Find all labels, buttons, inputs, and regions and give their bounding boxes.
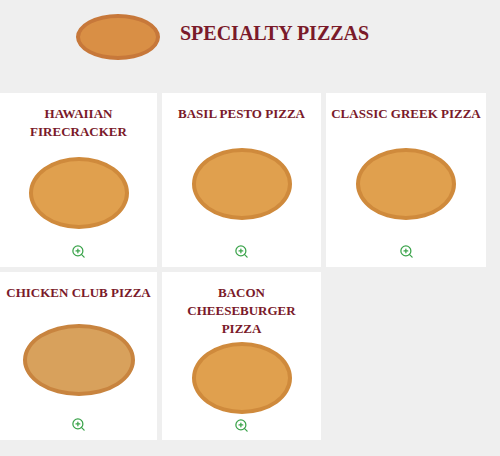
zoom-icon[interactable] [234,244,249,259]
zoom-icon[interactable] [71,244,86,259]
zoom-icon[interactable] [71,417,86,432]
pizza-card[interactable]: CLASSIC GREEK PIZZA [326,93,486,267]
pizza-photo [192,148,292,220]
pizza-card[interactable]: BASIL PESTO PIZZA [162,93,321,267]
pizza-photo [29,157,129,229]
header-pizza-photo [76,14,160,60]
pizza-card[interactable]: CHICKEN CLUB PIZZA [0,272,157,440]
pizza-photo [23,324,135,396]
pizza-name[interactable]: CHICKEN CLUB PIZZA [6,284,150,302]
pizza-photo [356,148,456,220]
zoom-button[interactable] [71,244,86,259]
pizza-grid: HAWAIIAN FIRECRACKER BASIL PESTO PIZZA CLA… [0,93,500,440]
pizza-photo [192,342,292,414]
zoom-icon[interactable] [234,418,249,433]
pizza-name[interactable]: BASIL PESTO PIZZA [178,105,305,123]
page: SPECIALTY PIZZAS HAWAIIAN FIRECRACKER BASI… [0,0,500,456]
section-title: SPECIALTY PIZZAS [180,20,369,46]
zoom-button[interactable] [234,244,249,259]
zoom-button[interactable] [71,417,86,432]
zoom-button[interactable] [399,244,414,259]
pizza-card[interactable]: BACON CHEESEBURGER PIZZA [162,272,321,440]
zoom-button[interactable] [234,418,249,433]
pizza-name[interactable]: HAWAIIAN FIRECRACKER [4,105,153,141]
zoom-icon[interactable] [399,244,414,259]
pizza-name[interactable]: CLASSIC GREEK PIZZA [331,105,481,123]
pizza-card[interactable]: HAWAIIAN FIRECRACKER [0,93,157,267]
pizza-name[interactable]: BACON CHEESEBURGER PIZZA [166,284,317,338]
header: SPECIALTY PIZZAS [0,0,500,93]
